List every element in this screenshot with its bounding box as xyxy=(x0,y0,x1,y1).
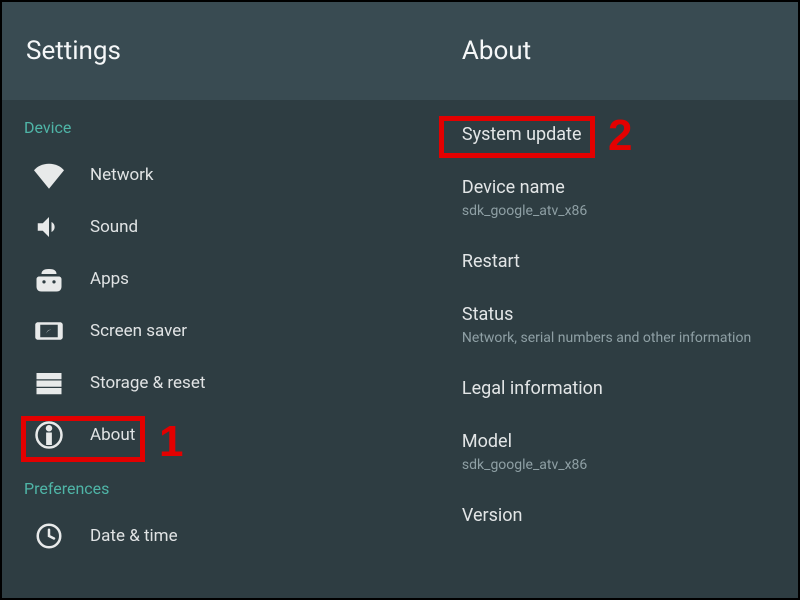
preferences-menu: Date & time xyxy=(2,510,416,562)
about-item-version[interactable]: Version xyxy=(416,489,798,542)
sidebar-item-apps[interactable]: Apps xyxy=(2,253,416,305)
sidebar-item-label: About xyxy=(90,425,135,445)
about-item-title: Device name xyxy=(462,177,798,198)
about-title: About xyxy=(416,2,798,100)
storage-icon xyxy=(32,366,66,400)
about-item-title: Status xyxy=(462,304,798,325)
sidebar-item-label: Apps xyxy=(90,269,129,289)
about-item-system-update[interactable]: System update xyxy=(416,108,798,161)
clock-icon xyxy=(32,519,66,553)
about-item-subtitle: sdk_google_atv_x86 xyxy=(462,457,798,473)
about-item-legal-information[interactable]: Legal information xyxy=(416,362,798,415)
wifi-icon xyxy=(32,158,66,192)
sidebar-item-date-time[interactable]: Date & time xyxy=(2,510,416,562)
about-item-title: Restart xyxy=(462,251,798,272)
about-list: System update Device name sdk_google_atv… xyxy=(416,100,798,542)
about-item-title: Model xyxy=(462,431,798,452)
about-panel: About System update Device name sdk_goog… xyxy=(416,2,798,598)
sidebar-item-label: Date & time xyxy=(90,526,178,546)
sidebar-item-sound[interactable]: Sound xyxy=(2,201,416,253)
sidebar-item-network[interactable]: Network xyxy=(2,149,416,201)
sound-icon xyxy=(32,210,66,244)
about-icon xyxy=(32,418,66,452)
screensaver-icon xyxy=(32,314,66,348)
about-item-model[interactable]: Model sdk_google_atv_x86 xyxy=(416,415,798,489)
about-item-restart[interactable]: Restart xyxy=(416,235,798,288)
sidebar-item-label: Sound xyxy=(90,217,138,237)
sidebar-item-storage-reset[interactable]: Storage & reset xyxy=(2,357,416,409)
about-item-device-name[interactable]: Device name sdk_google_atv_x86 xyxy=(416,161,798,235)
about-item-subtitle: Network, serial numbers and other inform… xyxy=(462,330,798,346)
section-header-preferences: Preferences xyxy=(2,461,416,510)
about-item-title: Legal information xyxy=(462,378,798,399)
settings-sidebar: Settings Device Network Sound Apps xyxy=(2,2,416,598)
settings-title: Settings xyxy=(2,2,416,100)
sidebar-item-label: Network xyxy=(90,165,154,185)
sidebar-item-about[interactable]: About xyxy=(2,409,416,461)
sidebar-item-screen-saver[interactable]: Screen saver xyxy=(2,305,416,357)
device-menu: Network Sound Apps Screen saver xyxy=(2,149,416,461)
about-item-subtitle: sdk_google_atv_x86 xyxy=(462,203,798,219)
sidebar-item-label: Screen saver xyxy=(90,321,187,341)
section-header-device: Device xyxy=(2,100,416,149)
about-item-title: System update xyxy=(462,124,798,145)
apps-icon xyxy=(32,262,66,296)
about-item-title: Version xyxy=(462,505,798,526)
sidebar-item-label: Storage & reset xyxy=(90,373,205,393)
about-item-status[interactable]: Status Network, serial numbers and other… xyxy=(416,288,798,362)
